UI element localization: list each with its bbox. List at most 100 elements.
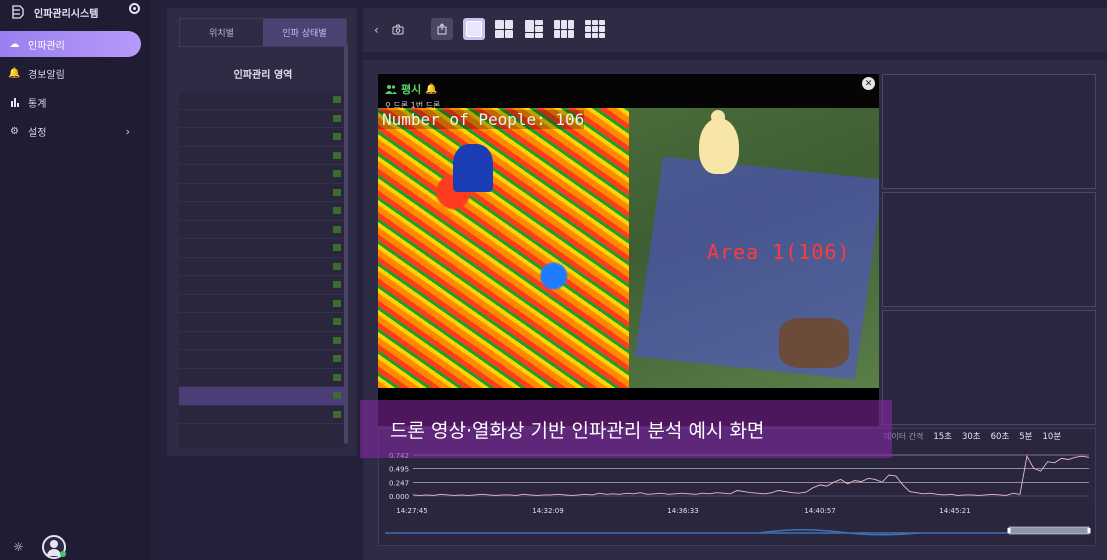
bell-icon: 🔔 xyxy=(8,67,21,79)
interval-option-60s[interactable]: 60초 xyxy=(991,430,1010,442)
count-badge xyxy=(333,244,341,252)
app-window: 인파관리시스템 ☁ 인파관리 🔔 경보알림 통계 ⚙ 설정 › ☼ 위치별 인파… xyxy=(0,0,1107,560)
snapshot-button[interactable] xyxy=(387,18,409,40)
export-button[interactable] xyxy=(431,18,453,40)
tree-item[interactable] xyxy=(179,147,347,165)
cloud-icon: ☁ xyxy=(9,38,20,50)
layout-1plus3-button[interactable] xyxy=(523,18,545,40)
count-badge xyxy=(333,96,341,104)
tree-group[interactable] xyxy=(179,313,347,332)
count-badge xyxy=(333,151,341,159)
x-tick-label: 14:32:09 xyxy=(532,507,563,515)
caption-overlay: 드론 영상·열화상 기반 인파관리 분석 예시 화면 xyxy=(360,400,892,458)
range-selector-window[interactable] xyxy=(1008,526,1090,535)
count-badge xyxy=(333,262,341,270)
panel-tabs: 위치별 인파 상태별 xyxy=(179,18,347,47)
video-tile-empty[interactable] xyxy=(882,310,1096,425)
tree-group[interactable] xyxy=(179,276,347,295)
panel-title: 인파관리 영역 xyxy=(233,70,293,81)
layout-3x3-button[interactable] xyxy=(553,18,575,40)
close-icon: ✕ xyxy=(864,78,873,89)
interval-option-15s[interactable]: 15초 xyxy=(933,430,952,442)
range-selector-handle[interactable] xyxy=(1087,528,1091,533)
layout-4x4-button[interactable] xyxy=(584,18,606,40)
area-count-label: Area 1(106) xyxy=(707,240,851,264)
tree-item[interactable] xyxy=(179,184,347,202)
tree-group[interactable] xyxy=(179,165,347,184)
balloon-object xyxy=(699,110,739,174)
video-tile-empty[interactable] xyxy=(882,74,1096,189)
layout-1x1-button[interactable] xyxy=(463,18,485,40)
nav-item-label: 경보알림 xyxy=(28,69,65,81)
tree-item[interactable] xyxy=(179,239,347,258)
x-tick-label: 14:45:21 xyxy=(939,507,970,515)
count-badge xyxy=(333,207,341,215)
drone-rgb-feed: Area 1(106) xyxy=(629,108,879,388)
y-tick-label: 0.000 xyxy=(389,493,409,501)
people-icon xyxy=(385,85,397,94)
tree-group[interactable] xyxy=(179,91,347,110)
chevron-right-icon: › xyxy=(125,124,130,138)
layout-3x3-icon xyxy=(554,20,574,38)
count-badge xyxy=(333,318,341,326)
count-badge xyxy=(333,281,341,289)
tab-by-location[interactable]: 위치별 xyxy=(180,19,263,46)
bar-chart-icon xyxy=(8,96,21,109)
status-toggle-icon[interactable] xyxy=(129,3,140,14)
crowd-status-label: 평시 xyxy=(401,83,422,96)
brightness-icon[interactable]: ☼ xyxy=(13,540,27,554)
bell-icon: 🔔 xyxy=(425,83,438,95)
tree-item[interactable] xyxy=(179,202,347,221)
count-badge xyxy=(333,188,341,196)
count-badge xyxy=(333,225,341,233)
left-nav: 인파관리시스템 ☁ 인파관리 🔔 경보알림 통계 ⚙ 설정 › ☼ xyxy=(0,0,150,560)
nav-item-label: 설정 xyxy=(28,127,47,139)
tree-item[interactable] xyxy=(179,258,347,276)
video-tile-empty[interactable] xyxy=(882,192,1096,307)
layout-2x2-button[interactable] xyxy=(493,18,515,40)
count-badge xyxy=(333,373,341,381)
nav-item-alert[interactable]: 🔔 경보알림 xyxy=(0,60,150,86)
export-icon xyxy=(437,23,447,35)
app-title: 인파관리시스템 xyxy=(34,8,99,20)
layout-1x1-icon xyxy=(466,21,482,37)
interval-option-30s[interactable]: 30초 xyxy=(962,430,981,442)
tree-group-drone[interactable] xyxy=(179,387,347,406)
view-toolbar: ‹ xyxy=(363,8,1107,52)
people-count-overlay: Number of People: 106 xyxy=(378,110,585,129)
tree-item[interactable] xyxy=(179,332,347,350)
logo-icon xyxy=(12,5,24,19)
video-tile-main[interactable]: 평시 🔔 ⚲ 드론 1번 드론 ✕ Area 1(106) Number of … xyxy=(378,74,879,426)
camera-icon xyxy=(392,24,404,35)
video-header: 평시 🔔 ⚲ 드론 1번 드론 ✕ xyxy=(378,74,879,110)
chevron-left-icon[interactable]: ‹ xyxy=(374,23,379,37)
y-tick-label: 0.247 xyxy=(389,479,409,487)
tab-by-status[interactable]: 인파 상태별 xyxy=(263,19,346,46)
nav-item-settings[interactable]: ⚙ 설정 › xyxy=(0,118,150,144)
interval-option-5m[interactable]: 5분 xyxy=(1019,430,1032,442)
layout-4x4-icon xyxy=(585,20,605,38)
count-badge xyxy=(333,336,341,344)
tree-item[interactable] xyxy=(179,128,347,147)
tree-item[interactable] xyxy=(179,406,347,424)
crowd-status: 평시 🔔 xyxy=(385,81,438,97)
nav-menu: ☁ 인파관리 🔔 경보알림 통계 ⚙ 설정 › xyxy=(0,31,150,147)
tree-group[interactable] xyxy=(179,110,347,128)
tree-group[interactable] xyxy=(179,221,347,239)
interval-option-10m[interactable]: 10분 xyxy=(1043,430,1062,442)
area-tree xyxy=(179,91,347,448)
range-selector-handle[interactable] xyxy=(1007,528,1011,533)
tree-item[interactable] xyxy=(179,295,347,313)
x-tick-label: 14:40:57 xyxy=(804,507,835,515)
tree-item[interactable] xyxy=(179,369,347,387)
tree-group[interactable] xyxy=(179,350,347,369)
density-series-line xyxy=(412,454,1090,496)
panel-scrollbar[interactable] xyxy=(344,44,348,444)
x-tick-label: 14:36:33 xyxy=(667,507,698,515)
nav-item-stats[interactable]: 통계 xyxy=(0,89,150,115)
nav-item-crowd[interactable]: ☁ 인파관리 xyxy=(0,31,141,57)
online-status-dot xyxy=(60,551,66,557)
layout-2x2-icon xyxy=(495,20,513,38)
count-badge xyxy=(333,299,341,307)
close-video-button[interactable]: ✕ xyxy=(862,77,875,90)
